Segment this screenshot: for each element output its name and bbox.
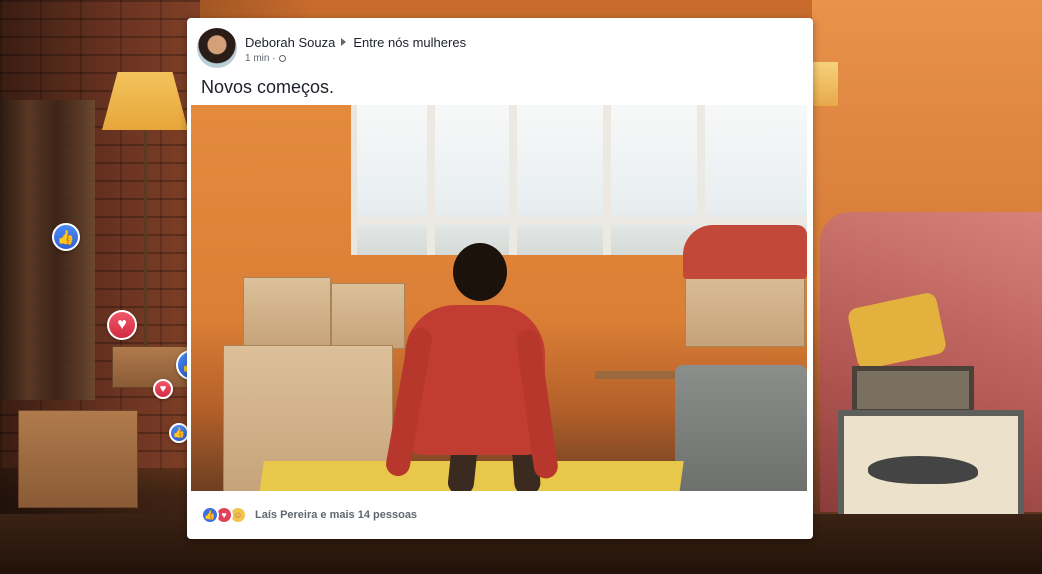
love-icon: ♥	[107, 310, 137, 340]
avatar[interactable]	[197, 28, 237, 68]
post-video[interactable]	[191, 105, 807, 491]
post-time[interactable]: 1 min ·	[245, 53, 276, 64]
wall-lamp	[812, 62, 838, 106]
whale-icon	[868, 456, 978, 484]
author-name[interactable]: Deborah Souza	[245, 35, 335, 50]
picture-frame	[852, 366, 974, 414]
reactions-summary[interactable]: 👍 ♥ ☺ Laís Pereira e mais 14 pessoas	[201, 506, 417, 524]
cardboard-box	[18, 410, 138, 508]
like-icon: 👍	[52, 223, 80, 251]
cardboard-box	[243, 277, 331, 347]
post-card: Deborah Souza Entre nós mulheres 1 min · …	[187, 18, 813, 539]
video-sofa	[675, 365, 807, 491]
post-meta: 1 min ·	[245, 53, 286, 64]
blanket	[683, 225, 807, 279]
group-name[interactable]: Entre nós mulheres	[353, 35, 466, 50]
like-icon: 👍	[169, 423, 189, 443]
love-icon: ♥	[153, 379, 173, 399]
cardboard-box	[331, 283, 405, 349]
caret-right-icon	[341, 38, 347, 46]
like-icon: 👍	[201, 506, 219, 524]
clothing-rack	[0, 100, 95, 400]
reactions-text[interactable]: Laís Pereira e mais 14 pessoas	[255, 509, 417, 521]
side-table	[595, 371, 681, 379]
post-text: Novos começos.	[201, 77, 335, 97]
globe-icon[interactable]	[278, 55, 286, 62]
post-header: Deborah Souza Entre nós mulheres	[245, 35, 466, 50]
lamp-pole	[144, 130, 147, 380]
person-head	[453, 243, 507, 301]
